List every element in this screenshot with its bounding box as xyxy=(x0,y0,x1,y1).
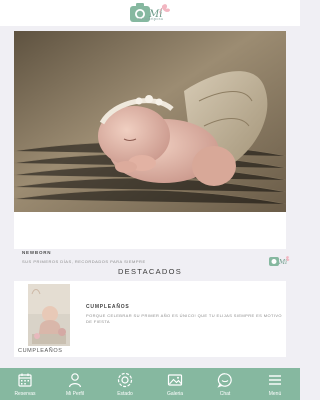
svg-text:Mi: Mi xyxy=(278,259,287,266)
tab-chat[interactable]: Chat xyxy=(200,368,250,400)
status-circle-icon xyxy=(117,372,133,388)
highlight-caption: CUMPLEAÑOS xyxy=(18,348,63,354)
app-screen: Mi mi mariposa NEWBORN SUS PRIMEROS DÍAS… xyxy=(0,0,300,400)
brand-logo: Mi xyxy=(130,3,170,22)
logo-tagline: mi mariposa xyxy=(138,17,164,21)
tab-mi-perfil[interactable]: Mi Perfil xyxy=(50,368,100,400)
highlight-title: CUMPLEAÑOS xyxy=(86,304,130,310)
highlights-title: DESTACADOS xyxy=(117,267,183,276)
highlight-description: PORQUE CELEBRAR SU PRIMER AÑO ES ÚNICO! … xyxy=(86,313,282,324)
tab-label: Reservas xyxy=(14,391,36,397)
tab-galeria[interactable]: Galeria xyxy=(150,368,200,400)
card-brand-logo: Mi xyxy=(269,256,290,266)
newborn-photo xyxy=(14,31,286,212)
highlight-card[interactable]: CUMPLEAÑOS PORQUE CELEBRAR SU PRIMER AÑO… xyxy=(14,281,286,357)
calendar-icon xyxy=(18,373,32,387)
user-icon xyxy=(68,373,82,388)
card-subtitle: SUS PRIMEROS DÍAS, RECORDADOS PARA SIEMP… xyxy=(22,259,146,264)
newborn-card[interactable]: NEWBORN SUS PRIMEROS DÍAS, RECORDADOS PA… xyxy=(14,31,290,266)
app-header: Mi mi mariposa xyxy=(0,0,300,26)
chat-icon xyxy=(217,373,232,388)
tab-label: Estado xyxy=(117,391,133,397)
card-title: NEWBORN xyxy=(22,250,52,255)
tab-label: Galeria xyxy=(166,391,184,397)
tab-reservas[interactable]: Reservas xyxy=(0,368,50,400)
bottom-tab-bar: Reservas Mi Perfil Estado Galeria Chat M… xyxy=(0,368,300,400)
tab-menu[interactable]: Menú xyxy=(250,368,300,400)
menu-icon xyxy=(269,375,281,385)
birthday-thumbnail xyxy=(28,284,70,346)
tab-label: Menú xyxy=(268,391,282,397)
tab-label: Chat xyxy=(219,391,231,397)
tab-estado[interactable]: Estado xyxy=(100,368,150,400)
gallery-icon xyxy=(167,374,183,386)
tab-label: Mi Perfil xyxy=(65,391,85,397)
